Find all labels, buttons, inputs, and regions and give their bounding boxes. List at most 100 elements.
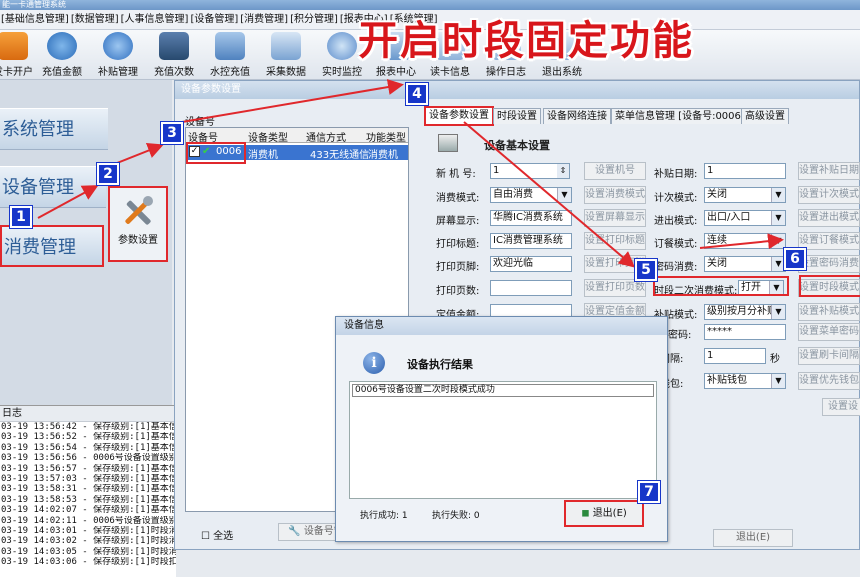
toolbar-button[interactable]: 充值次数 — [149, 32, 199, 78]
field-input[interactable]: 1 — [704, 348, 766, 364]
tab-menu-info[interactable]: 菜单信息管理 [设备号:0006] — [611, 108, 749, 124]
card-issue-icon — [0, 32, 28, 60]
col-header[interactable]: 功能类型 — [366, 129, 406, 144]
field-label: 打印页脚: — [436, 262, 480, 273]
dropdown-arrow-icon[interactable]: ▼ — [771, 257, 785, 271]
set-button[interactable]: 设置打印标题 — [584, 232, 646, 250]
col-header[interactable]: 设备类型 — [248, 129, 288, 144]
step-badge-5: 5 — [635, 259, 657, 281]
field-input[interactable]: 级别按月分补贴 ▼ — [704, 304, 786, 320]
dropdown-arrow-icon[interactable]: ▼ — [771, 211, 785, 225]
log-line: 03-19 13:56:54 - 保存级别:[1]基本信息 — [1, 442, 176, 453]
set-button[interactable]: 设置计次模式 — [798, 186, 860, 204]
exit-button-main[interactable]: 退出(E) — [713, 529, 793, 547]
dropdown-arrow-icon[interactable]: ▼ — [771, 188, 785, 202]
bottom-set-button[interactable]: 设置设 — [822, 398, 860, 416]
step-badge-7: 7 — [638, 481, 660, 503]
step-badge-4: 4 — [406, 83, 428, 105]
tab-network[interactable]: 设备网络连接 — [543, 108, 611, 124]
result-message: 0006号设备设置二次时段模式成功 — [352, 384, 654, 397]
field-label: 打印标题: — [436, 239, 480, 250]
dropdown-arrow-icon[interactable]: ▼ — [771, 374, 785, 388]
set-button[interactable]: 设置消费模式 — [584, 186, 646, 204]
select-all-checkbox[interactable]: ☐ 全选 — [201, 527, 233, 542]
dropdown-arrow-icon[interactable]: ⇕ — [557, 164, 569, 178]
device-tab[interactable]: 设备号 — [185, 113, 225, 128]
count-recharge-icon — [159, 32, 189, 60]
water-control-icon — [215, 32, 245, 60]
nav-consume[interactable]: 消费管理 — [0, 225, 104, 267]
result-heading: 设备执行结果 — [407, 358, 473, 371]
dropdown-arrow-icon[interactable]: ▼ — [771, 234, 785, 248]
cell-comm: 433无线通信 — [310, 150, 370, 161]
field-input[interactable]: 关闭 ▼ — [704, 256, 786, 272]
menu-item[interactable]: [消费管理] — [239, 10, 289, 30]
menu-item[interactable]: [数据管理] — [70, 10, 120, 30]
log-line: 03-19 13:57:03 - 保存级别:[1]基本信息 — [1, 474, 176, 485]
menu-item[interactable]: [基础信息管理] — [0, 10, 70, 30]
step-badge-2: 2 — [97, 163, 119, 185]
toolbar-button[interactable]: 水控充值 — [205, 32, 255, 78]
set-button[interactable]: 设置密码消费 — [798, 255, 860, 273]
field-input[interactable]: 1 ⇕ — [490, 163, 570, 179]
menu-item[interactable]: [积分管理] — [289, 10, 339, 30]
field-input[interactable]: 连续 ▼ — [704, 233, 786, 249]
toolbar-button[interactable]: 充值金额 — [37, 32, 87, 78]
log-line: 03-19 13:56:57 - 保存级别:[1]基本信息 — [1, 463, 176, 474]
field-label: 订餐模式: — [654, 239, 698, 250]
log-line: 03-19 14:02:11 - 0006号设备设置级别信息 — [1, 515, 176, 526]
set-button[interactable]: 设置打印页数 — [584, 279, 646, 297]
field-input[interactable]: 1 — [704, 163, 786, 179]
field-input[interactable]: ***** — [704, 324, 786, 340]
field-input[interactable]: IC消费管理系统 — [490, 233, 572, 249]
tab-advanced[interactable]: 高级设置 — [741, 108, 789, 124]
tab-device-params[interactable]: 设备参数设置 — [424, 106, 494, 126]
set-button[interactable]: 设置刷卡间隔 — [798, 347, 860, 365]
exit-button[interactable]: ◼ 退出(E) — [564, 500, 644, 527]
fail-count: 执行失败: 0 — [432, 511, 480, 521]
set-button[interactable]: 设置机号 — [584, 162, 646, 180]
field-label: 计次模式: — [654, 193, 698, 204]
set-button[interactable]: 设置菜单密码 — [798, 323, 860, 341]
cell-func: 消费机 — [368, 150, 398, 161]
step-badge-6: 6 — [784, 248, 806, 270]
subsidy-icon — [103, 32, 133, 60]
menu-item[interactable]: [人事信息管理] — [120, 10, 190, 30]
log-line: 03-19 13:58:31 - 保存级别:[1]基本信息 — [1, 484, 176, 495]
result-box: 0006号设备设置二次时段模式成功 — [349, 381, 657, 499]
set-button[interactable]: 设置优先钱包 — [798, 372, 860, 390]
toolbar-button[interactable]: 采集数据 — [261, 32, 311, 78]
nav-device[interactable]: 设备管理 — [0, 166, 106, 208]
dropdown-arrow-icon[interactable]: ▼ — [771, 305, 785, 319]
cell-device-type: 消费机 — [248, 150, 278, 161]
set-button[interactable]: 设置补贴模式 — [798, 303, 860, 321]
field-label: 新 机 号: — [436, 169, 476, 180]
field-input[interactable]: 欢迎光临 — [490, 256, 572, 272]
exit-icon: ◼ — [581, 508, 590, 519]
field-input[interactable]: 补贴钱包 ▼ — [704, 373, 786, 389]
nav-system[interactable]: 系统管理 — [0, 108, 108, 150]
field-label: 进出模式: — [654, 216, 698, 227]
toolbar-button[interactable]: 发卡开户 — [0, 32, 38, 78]
field-input[interactable] — [490, 280, 572, 296]
set-button[interactable]: 设置补贴日期 — [798, 162, 860, 180]
set-button[interactable]: 设置屏幕显示 — [584, 209, 646, 227]
field-input[interactable]: 出口/入口 ▼ — [704, 210, 786, 226]
log-line: 03-19 13:56:42 - 保存级别:[1]基本信息 — [1, 422, 176, 432]
dropdown-arrow-icon[interactable]: ▼ — [557, 188, 571, 202]
tab-time-settings[interactable]: 时段设置 — [493, 108, 541, 124]
field-input[interactable]: 自由消费 ▼ — [490, 187, 572, 203]
settings-icon — [438, 134, 458, 152]
toolbar-button[interactable]: 补贴管理 — [93, 32, 143, 78]
log-line: 03-19 13:56:56 - 0006号设备设置级别信息 — [1, 453, 176, 464]
col-header[interactable]: 通信方式 — [306, 129, 346, 144]
field-input[interactable]: 华腾IC消费系统 — [490, 210, 572, 226]
field-input[interactable]: 关闭 ▼ — [704, 187, 786, 203]
collect-data-icon — [271, 32, 301, 60]
field-label: 打印页数: — [436, 286, 480, 297]
step-badge-3: 3 — [161, 122, 183, 144]
set-button[interactable]: 设置进出模式 — [798, 209, 860, 227]
param-settings-button[interactable]: 参数设置 — [108, 186, 168, 262]
menu-item[interactable]: [设备管理] — [189, 10, 239, 30]
set-button[interactable]: 设置订餐模式 — [798, 232, 860, 250]
